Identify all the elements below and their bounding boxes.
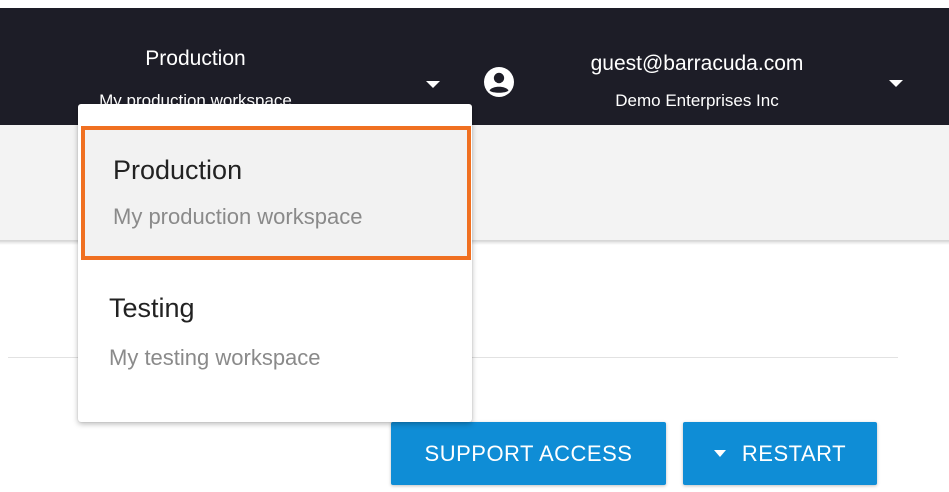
workspace-option-name: Production [113,155,243,185]
workspace-option-description: My production workspace [113,204,363,229]
workspace-option-name: Testing [109,293,195,323]
caret-down-icon [713,450,726,457]
workspace-option-description: My testing workspace [109,345,321,370]
workspace-chevron-down-icon[interactable] [426,81,440,88]
restart-label: RESTART [741,440,847,466]
account-circle-icon[interactable] [483,66,515,98]
account-chevron-down-icon[interactable] [889,80,903,87]
restart-button[interactable]: RESTART [683,422,877,485]
support-access-label: SUPPORT ACCESS [424,440,633,466]
cropped-top-text [0,0,949,8]
workspace-option-production[interactable]: Production My production workspace [81,126,471,260]
workspace-current-name[interactable]: Production [0,47,391,71]
account-email[interactable]: guest@barracuda.com [540,50,854,78]
account-organization[interactable]: Demo Enterprises Inc [540,89,854,113]
workspace-option-testing[interactable]: Testing My testing workspace [78,274,472,412]
workspace-dropdown-menu: Production My production workspace Testi… [78,104,472,422]
support-access-button[interactable]: SUPPORT ACCESS [391,422,666,485]
